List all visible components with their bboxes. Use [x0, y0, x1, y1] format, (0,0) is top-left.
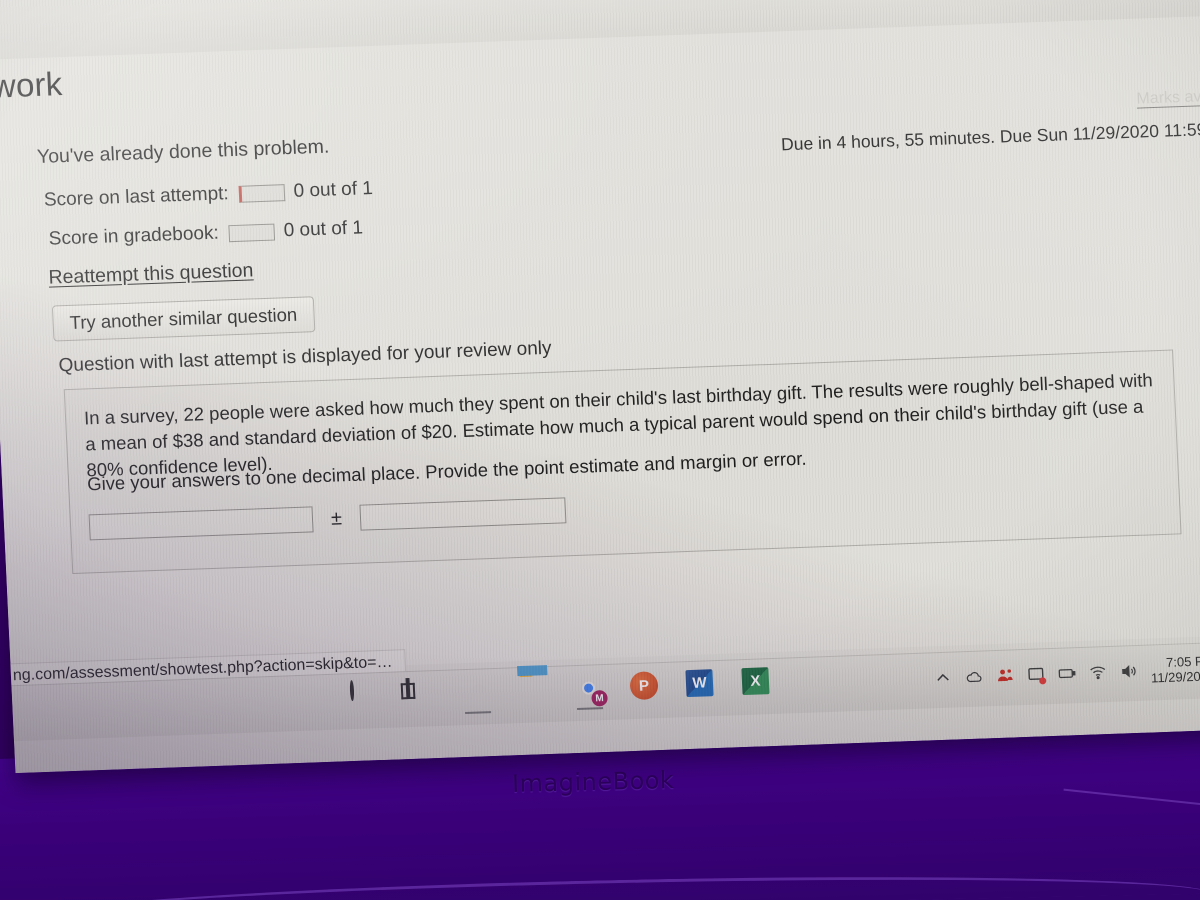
page-content: mework You've already done this problem.… [0, 15, 1200, 680]
score-last-attempt-label: Score on last attempt: [43, 183, 230, 211]
onedrive-cloud-icon[interactable] [964, 668, 983, 687]
point-estimate-input[interactable] [88, 506, 314, 541]
question-panel: In a survey, 22 people were asked how mu… [63, 349, 1182, 575]
laptop-brand-label: ImagineBook [511, 766, 675, 798]
system-tray: 7:05 PM 11/29/2020 2 [933, 652, 1200, 693]
chrome-icon[interactable]: M [573, 673, 608, 711]
try-another-similar-question-button[interactable]: Try another similar question [51, 296, 315, 342]
wifi-icon[interactable] [1088, 663, 1107, 682]
score-gradebook-value: 0 out of 1 [283, 217, 364, 242]
battery-icon[interactable] [1057, 664, 1076, 683]
page-title: mework [0, 65, 64, 107]
volume-icon[interactable] [1119, 662, 1138, 681]
score-gradebook-row: Score in gradebook: 0 out of 1 [48, 217, 363, 250]
excel-icon[interactable]: X [741, 667, 772, 698]
answer-row: ± [88, 497, 567, 541]
taskbar-icons: M P W X [349, 667, 773, 715]
file-explorer-icon[interactable] [517, 675, 548, 706]
excel-glyph: X [741, 667, 770, 696]
margin-of-error-input[interactable] [359, 497, 567, 531]
show-hidden-icons-chevron-icon[interactable] [933, 669, 952, 688]
score-last-attempt-row: Score on last attempt: 0 out of 1 [44, 178, 374, 212]
screen-area: to Stats for Analytics:220911801 … Modul… [0, 0, 1200, 774]
clock-date: 11/29/2020 [1150, 668, 1200, 686]
marks-available-link[interactable]: Marks avail [1136, 88, 1200, 109]
teams-people-icon[interactable] [995, 666, 1014, 685]
score-last-attempt-bar [238, 183, 286, 203]
review-only-note: Question with last attempt is displayed … [58, 337, 553, 377]
powerpoint-glyph: P [629, 671, 659, 701]
cortana-icon[interactable] [349, 680, 381, 712]
tab-strip: to Stats for Analytics:220911801 … Modul… [0, 0, 1200, 12]
edge-icon[interactable] [462, 677, 493, 715]
clock-time: 7:05 PM [1165, 653, 1200, 670]
score-gradebook-label: Score in gradebook: [48, 222, 220, 250]
due-date-text: Due in 4 hours, 55 minutes. Due Sun 11/2… [780, 118, 1200, 155]
score-gradebook-bar [228, 223, 276, 242]
plus-minus-symbol: ± [330, 506, 343, 530]
screen-share-icon[interactable] [1026, 665, 1047, 685]
tab-intro-to-stats[interactable]: to Stats for Analytics:220911801 [0, 0, 237, 12]
chrome-profile-badge: M [591, 689, 608, 707]
word-icon[interactable]: W [685, 669, 716, 700]
word-glyph: W [685, 669, 714, 698]
task-view-icon[interactable] [405, 678, 437, 710]
reattempt-question-link[interactable]: Reattempt this question [48, 259, 254, 289]
score-last-attempt-value: 0 out of 1 [293, 178, 374, 202]
powerpoint-icon[interactable]: P [629, 671, 660, 702]
clock[interactable]: 7:05 PM 11/29/2020 [1150, 653, 1200, 685]
already-done-message: You've already done this problem. [36, 135, 330, 169]
photo-of-laptop-screen: ImagineBook to Stats for Analytics:22091… [0, 0, 1200, 900]
